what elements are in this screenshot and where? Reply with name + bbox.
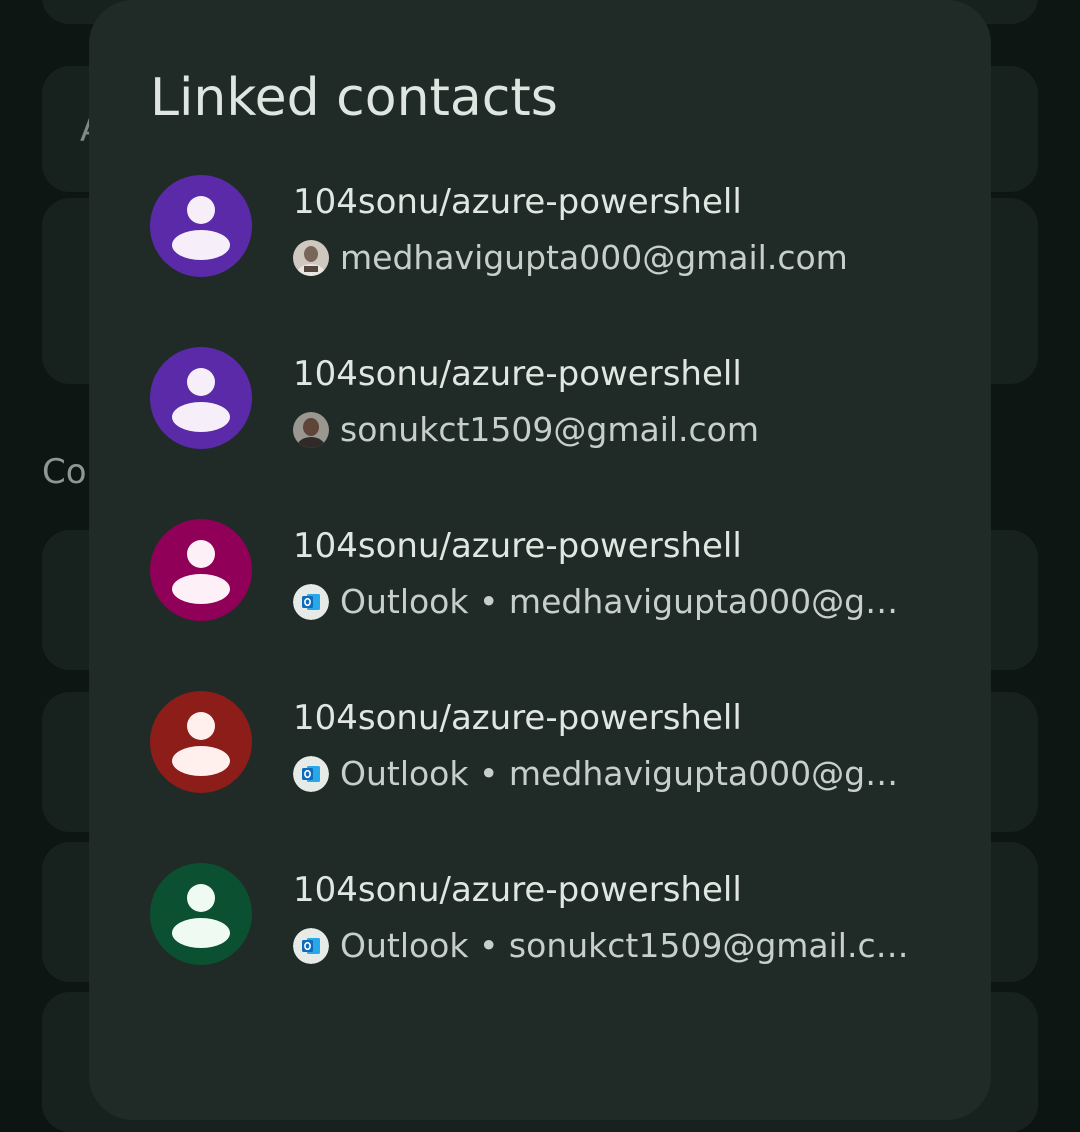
linked-contacts-dialog: Linked contacts 104sonu/azure-powershell (89, 0, 991, 1120)
linked-contact-row[interactable]: 104sonu/azure-powershell Outlook • sonuk… (89, 858, 991, 1030)
person-icon (150, 347, 252, 449)
person-icon (150, 691, 252, 793)
avatar-bg (150, 519, 252, 621)
contact-account-line: Outlook • medhavigupta000@gm... (293, 754, 923, 793)
avatar-bg (150, 691, 252, 793)
contact-name: 104sonu/azure-powershell (293, 354, 742, 394)
contact-name: 104sonu/azure-powershell (293, 182, 742, 222)
contact-avatar (150, 863, 252, 965)
contact-name: 104sonu/azure-powershell (293, 526, 742, 566)
contact-account-line: sonukct1509@gmail.com (293, 410, 923, 449)
dialog-title: Linked contacts (150, 68, 558, 128)
linked-contact-row[interactable]: 104sonu/azure-powershell Outlook • medha… (89, 686, 991, 858)
outlook-icon (293, 584, 329, 620)
linked-contacts-list: 104sonu/azure-powershell medhavigupta000… (89, 170, 991, 1030)
linked-contact-row[interactable]: 104sonu/azure-powershell sonukct1509@gma… (89, 342, 991, 514)
contact-account-line: Outlook • sonukct1509@gmail.com (293, 926, 923, 965)
contact-name: 104sonu/azure-powershell (293, 698, 742, 738)
contact-avatar (150, 691, 252, 793)
contact-avatar (150, 175, 252, 277)
person-icon (150, 519, 252, 621)
outlook-icon (293, 756, 329, 792)
contact-name: 104sonu/azure-powershell (293, 870, 742, 910)
avatar-bg (150, 863, 252, 965)
person-photo-icon (293, 240, 329, 276)
contact-account-line: Outlook • medhavigupta000@gm... (293, 582, 923, 621)
person-photo-icon (293, 412, 329, 448)
person-icon (150, 863, 252, 965)
contact-avatar (150, 347, 252, 449)
contact-account: Outlook • medhavigupta000@gm... (340, 582, 923, 621)
person-icon (150, 175, 252, 277)
contact-account: medhavigupta000@gmail.com (340, 238, 848, 277)
contact-account-line: medhavigupta000@gmail.com (293, 238, 923, 277)
contact-avatar (150, 519, 252, 621)
avatar-bg (150, 175, 252, 277)
outlook-icon (293, 928, 329, 964)
contact-account: Outlook • medhavigupta000@gm... (340, 754, 923, 793)
contact-account: sonukct1509@gmail.com (340, 410, 759, 449)
linked-contact-row[interactable]: 104sonu/azure-powershell medhavigupta000… (89, 170, 991, 342)
linked-contact-row[interactable]: 104sonu/azure-powershell Outlook • medha… (89, 514, 991, 686)
avatar-bg (150, 347, 252, 449)
contact-account: Outlook • sonukct1509@gmail.com (340, 926, 923, 965)
